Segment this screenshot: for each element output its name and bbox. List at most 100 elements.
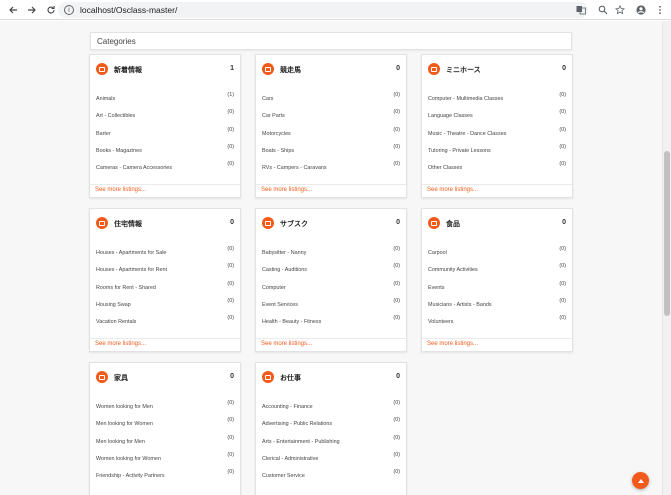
see-more-link[interactable]: See more listings... [427,187,478,193]
subcategory-link[interactable]: Car Parts [262,113,285,119]
zoom-button[interactable] [596,3,610,17]
subcategory-item[interactable]: Casting - Auditions (0) [256,261,406,278]
subcategory-item[interactable]: Events (0) [422,279,572,296]
subcategory-link[interactable]: Motorcycles [262,131,291,137]
subcategory-link[interactable]: Cars [262,96,273,102]
account-button[interactable] [634,3,648,17]
subcategory-item[interactable]: Volunteers (0) [422,313,572,330]
subcategory-item[interactable]: Animals (1) [90,90,240,107]
subcategory-item[interactable]: Barter (0) [90,125,240,142]
subcategory-link[interactable]: Arts - Entertainment - Publishing [262,439,340,445]
subcategory-link[interactable]: Barter [96,131,111,137]
subcategory-item[interactable]: Community Activities (0) [422,261,572,278]
subcategory-item[interactable]: Boats - Ships (0) [256,142,406,159]
subcategory-item[interactable]: Accounting - Finance (0) [256,398,406,415]
category-title[interactable]: 住宅情報 [114,219,142,229]
subcategory-link[interactable]: Event Services [262,302,298,308]
subcategory-link[interactable]: Cameras - Camera Accessories [96,165,172,171]
subcategory-link[interactable]: Babysitter - Nanny [262,250,306,256]
subcategory-item[interactable]: Computer (0) [256,279,406,296]
subcategory-link[interactable]: Women looking for Women [96,456,161,462]
subcategory-link[interactable]: Tutoring - Private Lessons [428,148,491,154]
subcategory-item[interactable]: Men looking for Women (0) [90,415,240,432]
category-card-header[interactable]: 新着情報 1 [90,55,240,85]
subcategory-item[interactable]: Houses - Apartments for Sale (0) [90,244,240,261]
category-title[interactable]: 家具 [114,373,128,383]
subcategory-item[interactable]: Women looking for Men (0) [90,398,240,415]
browser-menu-button[interactable] [653,3,667,17]
subcategory-link[interactable]: Language Classes [428,113,473,119]
category-title[interactable]: サブスク [280,219,308,229]
category-card-header[interactable]: 住宅情報 0 [90,209,240,239]
category-card-header[interactable]: 食品 0 [422,209,572,239]
subcategory-item[interactable]: Motorcycles (0) [256,125,406,142]
subcategory-link[interactable]: Community Activities [428,267,478,273]
see-more-link[interactable]: See more listings... [95,341,146,347]
subcategory-link[interactable]: RVs - Campers - Caravans [262,165,327,171]
vertical-scrollbar[interactable] [662,21,671,495]
see-more-link[interactable]: See more listings... [261,187,312,193]
subcategory-item[interactable]: Vacation Rentals (0) [90,313,240,330]
subcategory-link[interactable]: Casting - Auditions [262,267,307,273]
address-bar[interactable]: i localhost/Osclass-master/ [58,2,588,18]
subcategory-item[interactable]: Health - Beauty - Fitness (0) [256,313,406,330]
subcategory-link[interactable]: Customer Service [262,473,305,479]
forward-button[interactable] [25,3,39,17]
subcategory-item[interactable]: Men looking for Men (0) [90,433,240,450]
category-title[interactable]: 新着情報 [114,65,142,75]
category-title[interactable]: お仕事 [280,373,301,383]
subcategory-item[interactable]: Music - Theatre - Dance Classes (0) [422,125,572,142]
subcategory-link[interactable]: Men looking for Men [96,439,145,445]
category-title[interactable]: 食品 [446,219,460,229]
subcategory-item[interactable]: Cameras - Camera Accessories (0) [90,159,240,176]
subcategory-link[interactable]: Health - Beauty - Fitness [262,319,321,325]
subcategory-item[interactable]: Books - Magazines (0) [90,142,240,159]
scrollbar-thumb[interactable] [664,151,670,316]
subcategory-item[interactable]: Cars (0) [256,90,406,107]
category-card-header[interactable]: 競走馬 0 [256,55,406,85]
subcategory-link[interactable]: Women looking for Men [96,404,153,410]
scroll-top-button[interactable] [632,472,649,489]
subcategory-item[interactable]: Carpool (0) [422,244,572,261]
category-card-header[interactable]: サブスク 0 [256,209,406,239]
subcategory-item[interactable]: Art - Collectibles (0) [90,107,240,124]
reload-button[interactable] [44,3,58,17]
subcategory-item[interactable]: Women looking for Women (0) [90,450,240,467]
subcategory-item[interactable]: Houses - Apartments for Rent (0) [90,261,240,278]
subcategory-item[interactable]: Clerical - Administrative (0) [256,450,406,467]
subcategory-item[interactable]: Advertising - Public Relations (0) [256,415,406,432]
info-icon[interactable]: i [64,5,74,15]
subcategory-item[interactable]: Customer Service (0) [256,467,406,484]
subcategory-link[interactable]: Animals [96,96,115,102]
subcategory-link[interactable]: Books - Magazines [96,148,142,154]
subcategory-item[interactable]: Tutoring - Private Lessons (0) [422,142,572,159]
subcategory-item[interactable]: Friendship - Activity Partners (0) [90,467,240,484]
subcategory-item[interactable]: Language Classes (0) [422,107,572,124]
subcategory-link[interactable]: Accounting - Finance [262,404,313,410]
back-button[interactable] [6,3,20,17]
subcategory-item[interactable]: RVs - Campers - Caravans (0) [256,159,406,176]
category-title[interactable]: 競走馬 [280,65,301,75]
see-more-link[interactable]: See more listings... [427,341,478,347]
subcategory-item[interactable]: Computer - Multimedia Classes (0) [422,90,572,107]
subcategory-link[interactable]: Rooms for Rent - Shared [96,285,156,291]
subcategory-link[interactable]: Art - Collectibles [96,113,135,119]
subcategory-item[interactable]: Housing Swap (0) [90,296,240,313]
category-title[interactable]: ミニホース [446,65,481,75]
translate-button[interactable] [574,3,588,17]
subcategory-link[interactable]: Houses - Apartments for Rent [96,267,167,273]
category-card-header[interactable]: お仕事 0 [256,363,406,393]
subcategory-link[interactable]: Events [428,285,444,291]
subcategory-link[interactable]: Music - Theatre - Dance Classes [428,131,506,137]
subcategory-link[interactable]: Houses - Apartments for Sale [96,250,166,256]
subcategory-link[interactable]: Boats - Ships [262,148,294,154]
subcategory-link[interactable]: Computer [262,285,286,291]
subcategory-link[interactable]: Carpool [428,250,447,256]
subcategory-link[interactable]: Clerical - Administrative [262,456,318,462]
subcategory-item[interactable]: Rooms for Rent - Shared (0) [90,279,240,296]
subcategory-item[interactable]: Event Services (0) [256,296,406,313]
see-more-link[interactable]: See more listings... [95,187,146,193]
subcategory-link[interactable]: Men looking for Women [96,421,153,427]
subcategory-item[interactable]: Arts - Entertainment - Publishing (0) [256,433,406,450]
subcategory-item[interactable]: Other Classes (0) [422,159,572,176]
